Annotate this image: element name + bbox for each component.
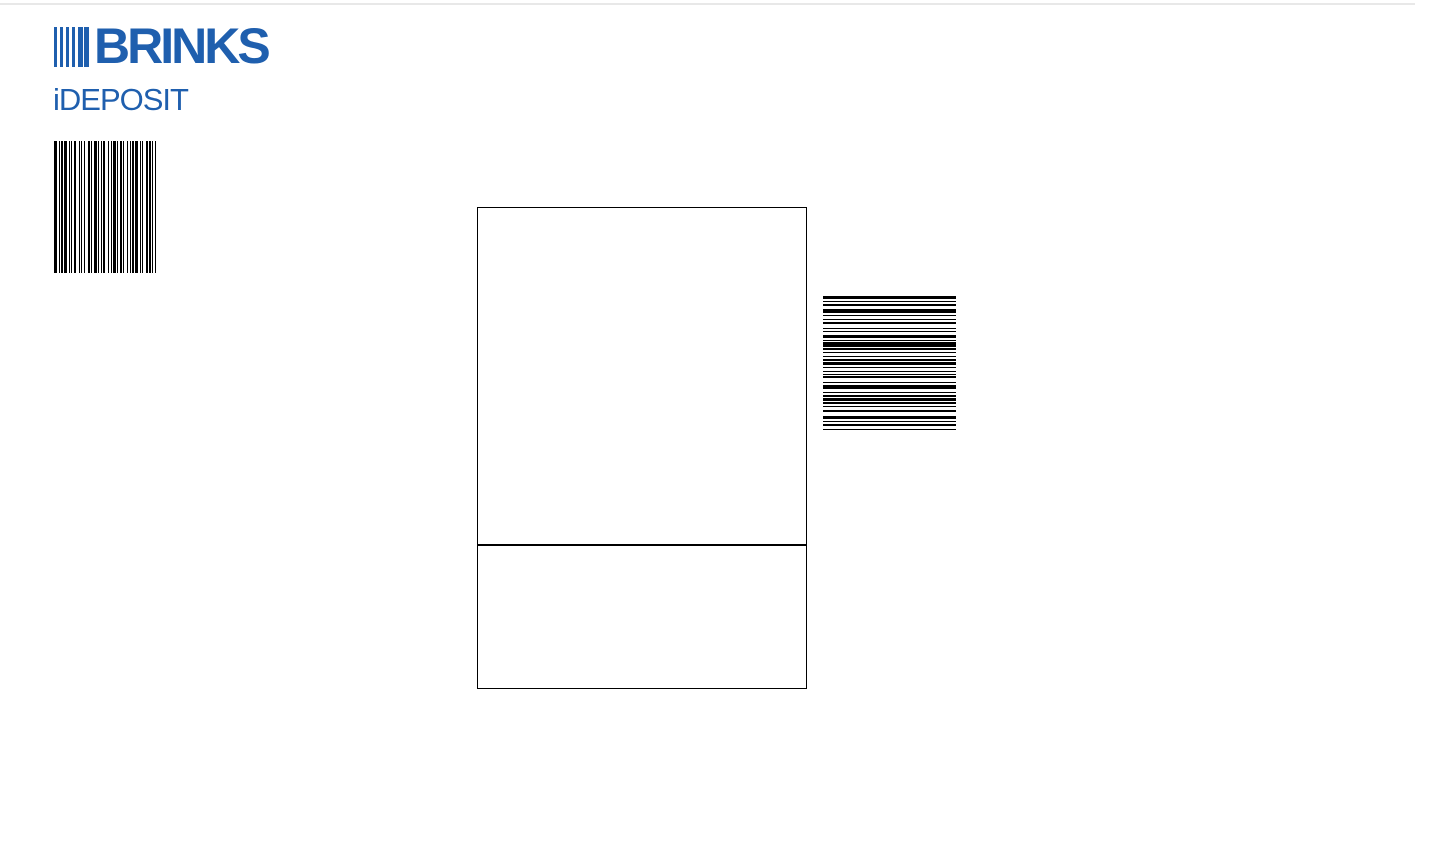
brand-logo: BRINKS — [54, 18, 304, 74]
barcode-bar — [113, 141, 116, 273]
barcode-bar — [823, 371, 956, 372]
barcode-bar — [823, 424, 956, 426]
logo-stripe — [78, 27, 83, 67]
top-divider — [0, 3, 1415, 5]
barcode-bar — [91, 141, 92, 273]
barcode-bar — [823, 362, 956, 365]
barcode-bar — [823, 406, 956, 407]
barcode-bar — [823, 304, 956, 306]
barcode-bar — [74, 141, 76, 273]
barcode-bar — [823, 342, 956, 347]
barcode-bar — [823, 335, 956, 338]
barcode-bar — [84, 141, 85, 273]
barcode-bar — [823, 395, 956, 397]
side-barcode — [823, 296, 956, 530]
barcode-bar — [155, 141, 156, 273]
barcode-bar — [81, 141, 82, 273]
barcode-bar — [79, 141, 80, 273]
barcode-bar — [823, 315, 956, 316]
barcode-bar — [71, 141, 72, 273]
brand-name: BRINKS — [94, 18, 271, 74]
barcode-bar — [823, 416, 956, 419]
barcode-bar — [123, 141, 124, 273]
barcode-bar — [94, 141, 97, 273]
barcode-bar — [101, 141, 102, 273]
product-name: iDEPOSIT — [53, 82, 189, 117]
barcode-bar — [823, 421, 956, 422]
barcode-bar — [135, 141, 138, 273]
barcode-bar — [823, 359, 956, 361]
barcode-bar — [823, 296, 956, 299]
barcode-bar — [130, 141, 131, 273]
barcode-bar — [103, 141, 105, 273]
barcode-bar — [823, 319, 956, 320]
barcode-bar — [146, 141, 148, 273]
logo-stripes-icon — [54, 27, 94, 67]
barcode-bar — [823, 392, 956, 393]
barcode-bar — [823, 322, 956, 324]
barcode-bar — [64, 141, 67, 273]
logo-stripe — [84, 27, 89, 67]
barcode-bar — [823, 309, 956, 313]
barcode-bar — [823, 374, 956, 375]
barcode-bar — [69, 141, 70, 273]
barcode-bar — [140, 141, 141, 273]
barcode-bar — [149, 141, 151, 273]
barcode-bar — [823, 348, 956, 350]
barcode-bar — [111, 141, 112, 273]
barcode-bar — [823, 356, 956, 357]
logo-stripe — [60, 27, 63, 67]
barcode-bar — [823, 385, 956, 389]
barcode-bar — [823, 429, 956, 430]
barcode-bar — [98, 141, 99, 273]
barcode-bar — [108, 141, 109, 273]
barcode-bar — [54, 141, 57, 273]
barcode-bar — [823, 331, 956, 332]
barcode-bar — [88, 141, 90, 273]
barcode-bar — [823, 376, 956, 378]
barcode-bar — [823, 328, 956, 329]
barcode-bar — [823, 410, 956, 412]
header-barcode — [54, 141, 290, 273]
barcode-bar — [59, 141, 60, 273]
logo-stripe — [66, 27, 69, 67]
barcode-bar — [117, 141, 118, 273]
barcode-bar — [127, 141, 128, 273]
barcode-bar — [823, 301, 956, 302]
barcode-bar — [152, 141, 153, 273]
barcode-bar — [142, 141, 143, 273]
deposit-slip-box — [477, 207, 807, 689]
barcode-bar — [120, 141, 122, 273]
barcode-bar — [823, 402, 956, 404]
barcode-bar — [823, 367, 956, 368]
logo-stripe — [54, 27, 57, 67]
barcode-bar — [823, 382, 956, 383]
slip-divider — [478, 544, 806, 546]
barcode-bar — [61, 141, 63, 273]
logo-stripe — [72, 27, 75, 67]
barcode-bar — [823, 340, 956, 341]
barcode-bar — [132, 141, 134, 273]
barcode-bar — [823, 398, 956, 401]
barcode-bar — [823, 352, 956, 353]
